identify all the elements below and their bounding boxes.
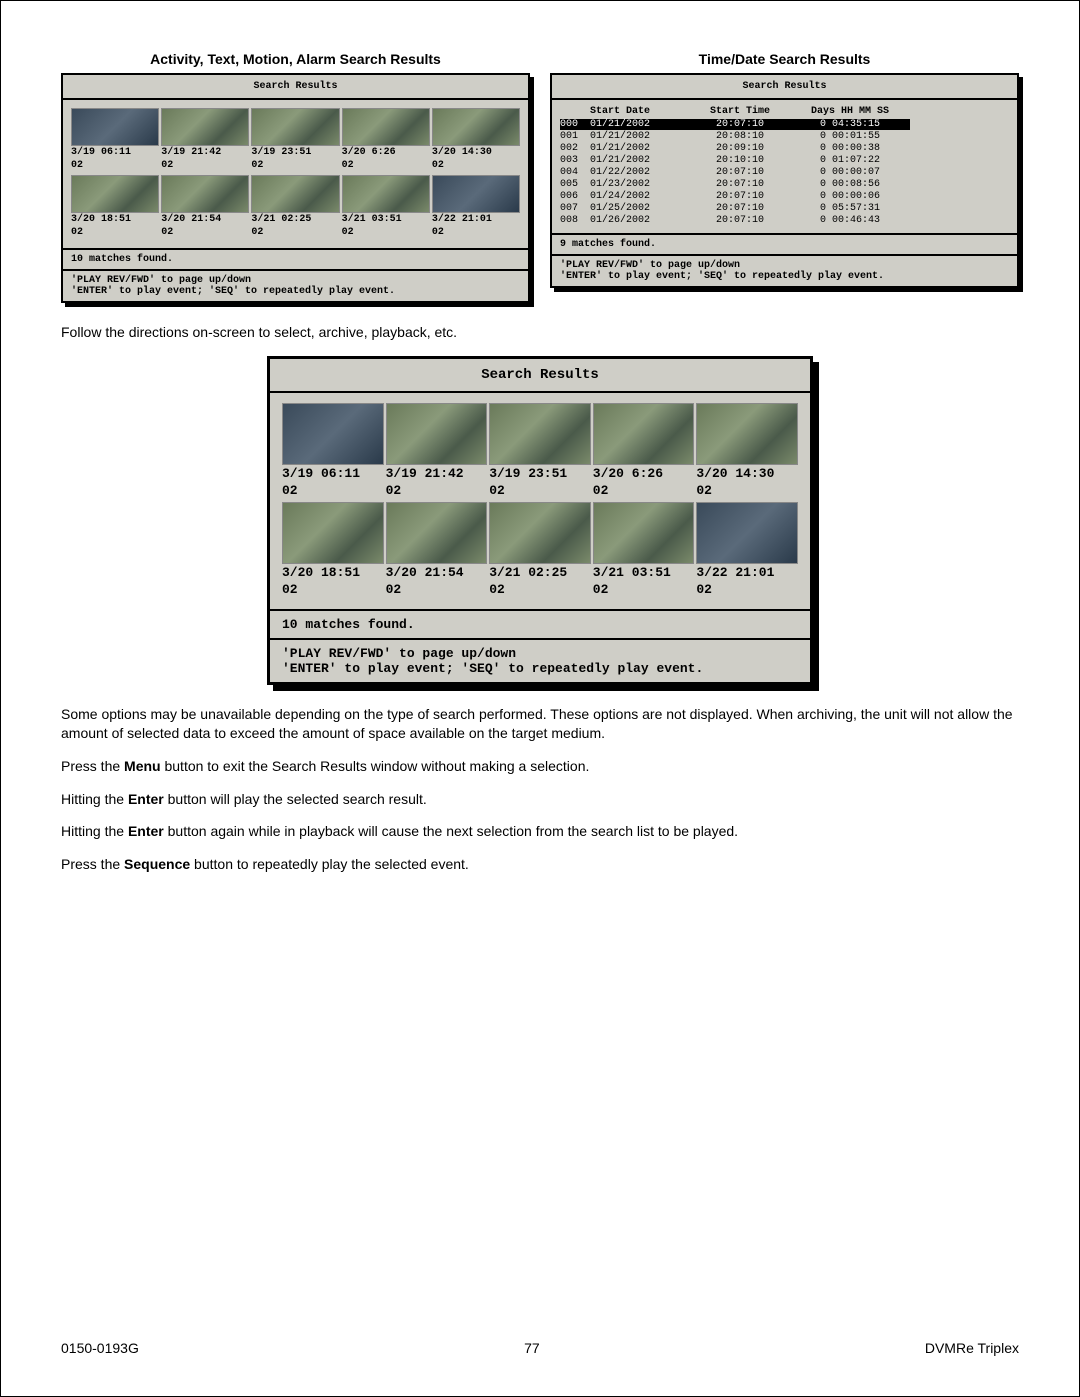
thumbnail xyxy=(386,403,488,465)
thumb-cam: 02 xyxy=(593,483,695,498)
thumb-cam: 02 xyxy=(386,582,488,597)
thumb-time: 3/19 21:42 xyxy=(161,147,249,158)
search-results-panel-large: Search Results 3/19 06:11 3/19 21:42 3/1… xyxy=(267,356,813,685)
thumb-cam: 02 xyxy=(71,160,159,171)
footer-play: 'ENTER' to play event; 'SEQ' to repeated… xyxy=(71,286,520,297)
table-row: 00501/23/200220:07:100 00:08:56 xyxy=(560,179,1009,190)
body-paragraph: Some options may be unavailable dependin… xyxy=(61,705,1019,743)
footer-nav: 'PLAY REV/FWD' to page up/down xyxy=(560,260,1009,271)
thumbnail xyxy=(696,502,798,564)
thumb-cam: 02 xyxy=(432,160,520,171)
thumb-time: 3/22 21:01 xyxy=(696,565,798,580)
thumb-cam: 02 xyxy=(282,582,384,597)
panel-title: Search Results xyxy=(63,75,528,100)
thumbnail xyxy=(342,108,430,146)
thumb-cam: 02 xyxy=(489,483,591,498)
thumb-cam: 02 xyxy=(342,227,430,238)
page-footer: 0150-0193G 77 DVMRe Triplex xyxy=(61,1330,1019,1356)
body-paragraph: Hitting the Enter button will play the s… xyxy=(61,790,1019,809)
thumb-time: 3/20 6:26 xyxy=(342,147,430,158)
thumb-time: 3/20 21:54 xyxy=(386,565,488,580)
thumb-time: 3/20 6:26 xyxy=(593,466,695,481)
thumbnail xyxy=(489,403,591,465)
thumb-cam: 02 xyxy=(593,582,695,597)
thumb-time: 3/21 03:51 xyxy=(593,565,695,580)
thumbnail xyxy=(161,108,249,146)
table-row: 00701/25/200220:07:100 05:57:31 xyxy=(560,203,1009,214)
thumb-cam: 02 xyxy=(251,227,339,238)
thumb-cam: 02 xyxy=(489,582,591,597)
col-start-date: Start Date xyxy=(590,106,690,117)
thumbnail xyxy=(386,502,488,564)
thumb-cam: 02 xyxy=(251,160,339,171)
thumb-time: 3/20 14:30 xyxy=(696,466,798,481)
thumb-time: 3/22 21:01 xyxy=(432,214,520,225)
thumb-time: 3/19 06:11 xyxy=(71,147,159,158)
panel-title: Search Results xyxy=(552,75,1017,100)
footer-right: DVMRe Triplex xyxy=(925,1340,1019,1356)
table-row: 00601/24/200220:07:100 00:00:06 xyxy=(560,191,1009,202)
col-duration: Days HH MM SS xyxy=(790,106,910,117)
thumb-cam: 02 xyxy=(386,483,488,498)
thumb-time: 3/20 18:51 xyxy=(282,565,384,580)
thumbnail xyxy=(71,108,159,146)
thumb-cam: 02 xyxy=(696,582,798,597)
thumb-time: 3/20 21:54 xyxy=(161,214,249,225)
thumbnail xyxy=(342,175,430,213)
search-results-panel-thumbnails: Search Results 3/19 06:11 3/19 21:42 xyxy=(61,73,530,303)
thumbnail xyxy=(251,108,339,146)
footer-play: 'ENTER' to play event; 'SEQ' to repeated… xyxy=(282,661,798,676)
matches-found: 10 matches found. xyxy=(63,250,528,271)
footer-center: 77 xyxy=(524,1340,540,1356)
table-row: 00301/21/200220:10:100 01:07:22 xyxy=(560,155,1009,166)
thumbnail xyxy=(71,175,159,213)
thumb-cam: 02 xyxy=(161,160,249,171)
thumb-cam: 02 xyxy=(432,227,520,238)
body-paragraph: Press the Sequence button to repeatedly … xyxy=(61,855,1019,874)
thumb-time: 3/19 23:51 xyxy=(251,147,339,158)
heading-left: Activity, Text, Motion, Alarm Search Res… xyxy=(61,51,530,67)
col-start-time: Start Time xyxy=(690,106,790,117)
thumb-time: 3/20 14:30 xyxy=(432,147,520,158)
thumbnail xyxy=(432,175,520,213)
thumb-time: 3/19 06:11 xyxy=(282,466,384,481)
thumb-time: 3/20 18:51 xyxy=(71,214,159,225)
thumbnail xyxy=(251,175,339,213)
table-row: 00001/21/200220:07:100 04:35:15 xyxy=(560,119,1009,130)
thumbnail xyxy=(282,502,384,564)
thumb-cam: 02 xyxy=(342,160,430,171)
search-results-panel-table: Search Results Start Date Start Time Day… xyxy=(550,73,1019,288)
thumb-time: 3/21 02:25 xyxy=(251,214,339,225)
thumb-time: 3/19 21:42 xyxy=(386,466,488,481)
footer-left: 0150-0193G xyxy=(61,1340,139,1356)
thumbnail xyxy=(161,175,249,213)
body-paragraph: Hitting the Enter button again while in … xyxy=(61,822,1019,841)
thumbnail xyxy=(593,502,695,564)
table-row: 00201/21/200220:09:100 00:00:38 xyxy=(560,143,1009,154)
body-paragraph: Press the Menu button to exit the Search… xyxy=(61,757,1019,776)
thumbnail xyxy=(282,403,384,465)
footer-play: 'ENTER' to play event; 'SEQ' to repeated… xyxy=(560,271,1009,282)
thumbnail xyxy=(432,108,520,146)
thumbnail xyxy=(489,502,591,564)
table-row: 00801/26/200220:07:100 00:46:43 xyxy=(560,215,1009,226)
table-row: 00401/22/200220:07:100 00:00:07 xyxy=(560,167,1009,178)
panel-title: Search Results xyxy=(270,359,810,393)
thumb-time: 3/21 02:25 xyxy=(489,565,591,580)
thumb-cam: 02 xyxy=(161,227,249,238)
thumbnail xyxy=(696,403,798,465)
matches-found: 10 matches found. xyxy=(270,611,810,640)
matches-found: 9 matches found. xyxy=(552,235,1017,256)
footer-nav: 'PLAY REV/FWD' to page up/down xyxy=(71,275,520,286)
footer-nav: 'PLAY REV/FWD' to page up/down xyxy=(282,646,798,661)
thumb-cam: 02 xyxy=(696,483,798,498)
thumbnail xyxy=(593,403,695,465)
thumb-cam: 02 xyxy=(71,227,159,238)
table-row: 00101/21/200220:08:100 00:01:55 xyxy=(560,131,1009,142)
thumb-time: 3/19 23:51 xyxy=(489,466,591,481)
thumb-cam: 02 xyxy=(282,483,384,498)
thumb-time: 3/21 03:51 xyxy=(342,214,430,225)
body-paragraph: Follow the directions on-screen to selec… xyxy=(61,323,1019,342)
heading-right: Time/Date Search Results xyxy=(550,51,1019,67)
